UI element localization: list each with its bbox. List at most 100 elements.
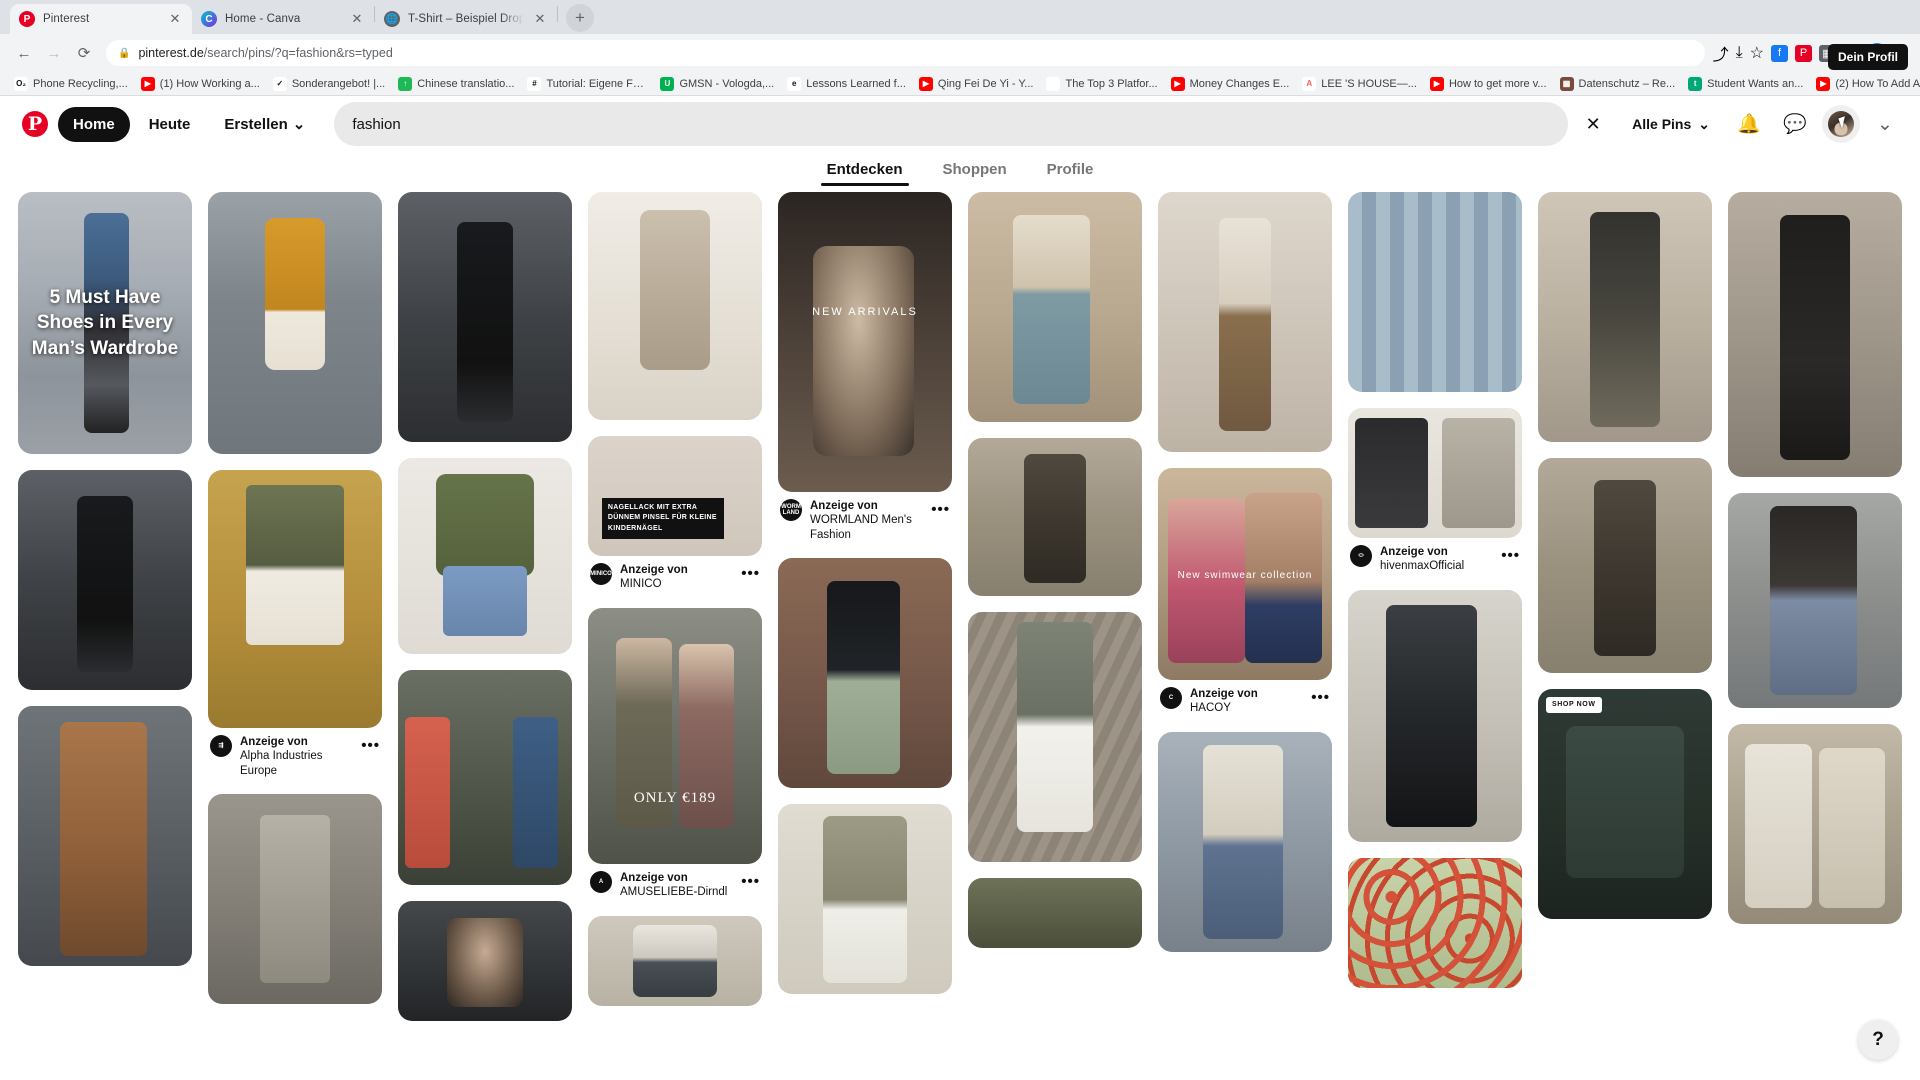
pin-image[interactable] [208, 192, 382, 454]
pinterest-extension-icon[interactable]: P [1795, 44, 1812, 62]
pin-image[interactable] [398, 458, 572, 654]
advertiser-name[interactable]: HACOY [1190, 701, 1303, 715]
back-button[interactable]: ← [10, 39, 38, 67]
advertiser-name[interactable]: hivenmaxOfficial [1380, 559, 1493, 573]
pin-image[interactable]: New swimwear collection [1158, 468, 1332, 680]
pin-more-options-icon[interactable]: ••• [1501, 545, 1520, 564]
profile-avatar-button[interactable] [1822, 105, 1860, 143]
bookmark-item[interactable]: e Lessons Learned f... [781, 75, 912, 93]
close-tab-icon[interactable]: ✕ [167, 11, 183, 27]
pin-image[interactable]: NAGELLACK MIT EXTRA DÜNNEM PINSEL FÜR KL… [588, 436, 762, 556]
new-tab-button[interactable]: + [566, 4, 594, 32]
advertiser-avatar[interactable]: MINICO [590, 563, 612, 585]
pin-image[interactable] [1348, 192, 1522, 392]
pin-card[interactable] [1348, 192, 1522, 392]
pin-image[interactable] [18, 470, 192, 690]
pin-card[interactable]: New swimwear collection C Anzeige von HACOY… [1158, 468, 1332, 716]
pin-card[interactable] [1158, 731, 1332, 952]
bookmark-item[interactable]: ▶ Money Changes E... [1165, 75, 1296, 93]
close-tab-icon[interactable]: ✕ [532, 11, 548, 27]
pin-card[interactable] [778, 558, 952, 789]
pin-image[interactable] [1538, 192, 1712, 442]
close-tab-icon[interactable]: ✕ [349, 11, 365, 27]
pin-card[interactable] [1728, 192, 1902, 477]
pin-card[interactable] [968, 878, 1142, 948]
clear-search-button[interactable]: ✕ [1572, 103, 1614, 145]
pin-image[interactable] [778, 558, 952, 789]
bookmark-item[interactable]: ▶ How to get more v... [1424, 75, 1553, 93]
pin-card[interactable]: SHOP NOW [1538, 689, 1712, 919]
pin-image[interactable] [398, 670, 572, 885]
all-pins-filter-button[interactable]: Alle Pins ⌄ [1618, 107, 1724, 142]
notifications-bell-icon[interactable]: 🔔 [1728, 103, 1770, 145]
pin-card[interactable]: NEW ARRIVALS WORM LAND Anzeige von WORMLAND… [778, 192, 952, 542]
pin-card[interactable] [1158, 192, 1332, 452]
pin-card[interactable] [398, 901, 572, 1021]
pin-image[interactable] [1158, 192, 1332, 452]
browser-tab-tshirt[interactable]: 🌐 T-Shirt – Beispiel Dropshipping ✕ [375, 4, 557, 34]
pin-image[interactable] [968, 438, 1142, 596]
search-bar[interactable] [334, 102, 1569, 146]
address-bar[interactable]: 🔒 pinterest.de/search/pins/?q=fashion&rs… [106, 40, 1705, 66]
pin-card[interactable] [398, 458, 572, 654]
pin-more-options-icon[interactable]: ••• [931, 499, 950, 518]
nav-item-home[interactable]: Home [58, 106, 130, 142]
facebook-extension-icon[interactable]: f [1771, 44, 1788, 62]
advertiser-avatar[interactable]: ⬭ [1350, 545, 1372, 567]
pin-card[interactable] [588, 915, 762, 1006]
bookmark-item[interactable]: ✓ Sonderangebot! |... [267, 75, 391, 93]
advertiser-avatar[interactable]: A [590, 870, 612, 893]
pin-image[interactable] [968, 192, 1142, 422]
pin-image[interactable] [1348, 589, 1522, 842]
pin-image[interactable] [1728, 724, 1902, 924]
pin-card[interactable] [18, 706, 192, 966]
advertiser-avatar[interactable]: WORM LAND [780, 499, 802, 521]
advertiser-avatar[interactable]: C [1160, 687, 1182, 709]
pin-card[interactable] [968, 192, 1142, 422]
bookmark-item[interactable]: The Top 3 Platfor... [1040, 75, 1163, 93]
nav-item-heute[interactable]: Heute [134, 107, 206, 142]
pin-card[interactable]: 5 Must Have Shoes in Every Man’s Wardrob… [18, 192, 192, 454]
search-input[interactable] [352, 115, 1551, 133]
pin-card[interactable]: ⇶ Anzeige von Alpha Industries Europe ••• [208, 470, 382, 778]
browser-tab-canva[interactable]: C Home - Canva ✕ [192, 4, 374, 34]
pin-image[interactable] [18, 706, 192, 966]
bookmark-item[interactable]: # Tutorial: Eigene Fa... [521, 75, 653, 93]
tab-entdecken[interactable]: Entdecken [820, 161, 909, 186]
pin-card[interactable] [398, 670, 572, 885]
install-icon[interactable]: ⤓ [1736, 44, 1743, 62]
pin-card[interactable] [588, 192, 762, 420]
pin-image[interactable] [588, 192, 762, 420]
advertiser-avatar[interactable]: ⇶ [210, 735, 232, 757]
pin-card[interactable] [1728, 493, 1902, 708]
pin-more-options-icon[interactable]: ••• [741, 563, 760, 582]
pin-more-options-icon[interactable]: ••• [741, 871, 760, 890]
bookmark-item[interactable]: A LEE 'S HOUSE—... [1296, 75, 1423, 93]
pin-image[interactable] [1538, 458, 1712, 673]
help-button[interactable]: ? [1858, 1020, 1898, 1060]
pin-card[interactable] [1348, 589, 1522, 842]
pin-image[interactable] [208, 794, 382, 1005]
advertiser-name[interactable]: Alpha Industries Europe [240, 749, 353, 778]
bookmark-star-icon[interactable]: ☆ [1750, 43, 1764, 63]
bookmark-item[interactable]: ▶ Qing Fei De Yi - Y... [913, 75, 1040, 93]
pin-card[interactable]: NAGELLACK MIT EXTRA DÜNNEM PINSEL FÜR KL… [588, 436, 762, 592]
pin-card[interactable] [968, 612, 1142, 862]
pin-image[interactable] [968, 878, 1142, 948]
pin-card[interactable] [778, 804, 952, 995]
pin-card[interactable] [1538, 192, 1712, 442]
pin-card[interactable] [1728, 724, 1902, 924]
pin-card[interactable] [1538, 458, 1712, 673]
advertiser-name[interactable]: AMUSELIEBE-Dirndl [620, 885, 733, 899]
pin-image[interactable]: NEW ARRIVALS [778, 192, 952, 492]
bookmark-item[interactable]: t Student Wants an... [1682, 75, 1809, 93]
pin-card[interactable]: ONLY €189 A Anzeige von AMUSELIEBE-Dirndl ••… [588, 607, 762, 900]
bookmark-item[interactable]: ▶ (2) How To Add A... [1810, 75, 1920, 93]
bookmark-item[interactable]: ▶ (1) How Working a... [135, 75, 266, 93]
pin-image[interactable]: ONLY €189 [588, 607, 762, 864]
pin-image[interactable] [1158, 731, 1332, 952]
advertiser-name[interactable]: WORMLAND Men's Fashion [810, 513, 923, 542]
pin-card[interactable] [208, 192, 382, 454]
pin-card[interactable] [18, 470, 192, 690]
account-chevron-down-icon[interactable]: ⌄ [1864, 103, 1906, 145]
